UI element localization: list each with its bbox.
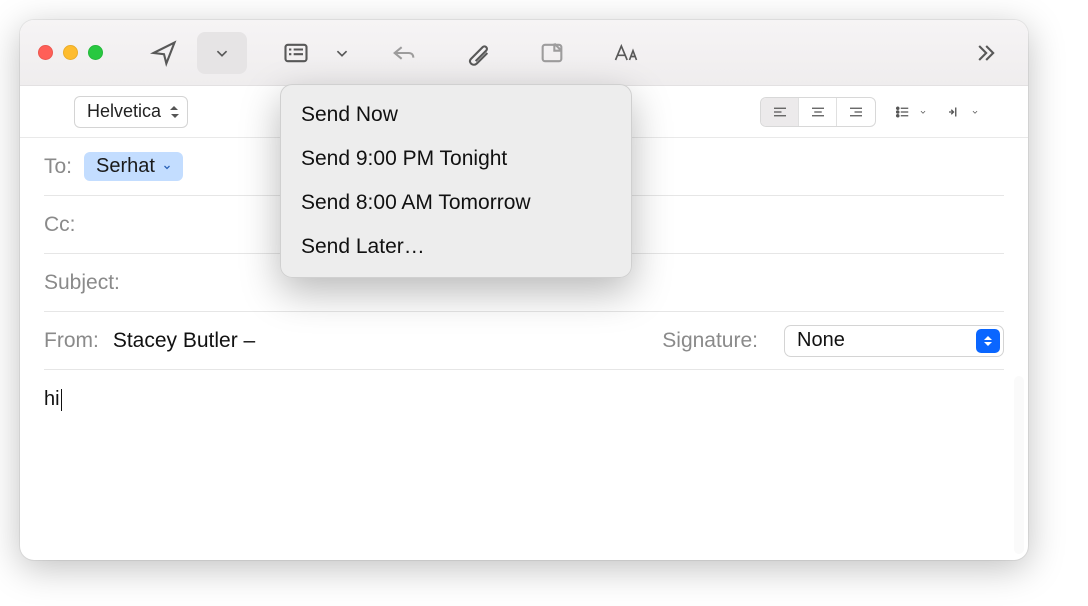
indent-icon xyxy=(946,103,964,121)
align-left-button[interactable] xyxy=(761,98,799,126)
from-value[interactable]: Stacey Butler – xyxy=(113,329,255,353)
align-center-icon xyxy=(809,103,827,121)
send-options-dropdown-button[interactable] xyxy=(197,32,247,74)
close-window-button[interactable] xyxy=(38,45,53,60)
chevron-down-icon xyxy=(331,42,353,64)
cc-label: Cc: xyxy=(44,213,76,237)
markup-icon xyxy=(538,39,566,67)
font-family-select[interactable]: Helvetica xyxy=(74,96,188,128)
chevron-down-icon xyxy=(918,107,928,117)
message-body[interactable]: hi xyxy=(20,370,1028,560)
format-button[interactable] xyxy=(601,32,651,74)
text-align-group xyxy=(760,97,876,127)
align-right-icon xyxy=(847,103,865,121)
body-text: hi xyxy=(44,388,60,410)
menu-item-send-tomorrow[interactable]: Send 8:00 AM Tomorrow xyxy=(281,181,631,225)
paperclip-icon xyxy=(464,39,492,67)
signature-label: Signature: xyxy=(662,329,758,353)
header-fields-button[interactable] xyxy=(271,32,321,74)
compose-window: Helvetica To: Serhat xyxy=(20,20,1028,560)
signature-select[interactable]: None xyxy=(784,325,1004,357)
align-right-button[interactable] xyxy=(837,98,875,126)
subject-label: Subject: xyxy=(44,271,120,295)
menu-item-send-later[interactable]: Send Later… xyxy=(281,225,631,269)
recipient-name: Serhat xyxy=(96,155,155,178)
font-family-value: Helvetica xyxy=(87,101,161,122)
font-aa-icon xyxy=(612,39,640,67)
reply-arrow-icon xyxy=(390,39,418,67)
text-cursor xyxy=(61,389,62,411)
from-label: From: xyxy=(44,329,99,353)
signature-value: None xyxy=(797,329,845,352)
attach-button[interactable] xyxy=(453,32,503,74)
menu-item-send-tonight[interactable]: Send 9:00 PM Tonight xyxy=(281,137,631,181)
header-fields-dropdown[interactable] xyxy=(329,32,355,74)
list-card-icon xyxy=(282,39,310,67)
markup-button[interactable] xyxy=(527,32,577,74)
minimize-window-button[interactable] xyxy=(63,45,78,60)
align-left-icon xyxy=(771,103,789,121)
chevrons-right-icon xyxy=(971,39,999,67)
paper-plane-icon xyxy=(150,39,178,67)
to-label: To: xyxy=(44,155,72,179)
chevron-down-icon xyxy=(211,42,233,64)
toolbar xyxy=(20,20,1028,86)
indent-dropdown[interactable] xyxy=(946,103,980,121)
toolbar-overflow-button[interactable] xyxy=(960,32,1010,74)
list-style-dropdown[interactable] xyxy=(894,103,928,121)
zoom-window-button[interactable] xyxy=(88,45,103,60)
recipient-chip[interactable]: Serhat xyxy=(84,152,183,181)
stepper-icon xyxy=(976,329,1000,353)
chevron-down-icon xyxy=(970,107,980,117)
body-scrollbar[interactable] xyxy=(1014,376,1024,554)
menu-item-send-now[interactable]: Send Now xyxy=(281,93,631,137)
align-center-button[interactable] xyxy=(799,98,837,126)
chevron-down-icon xyxy=(161,161,173,173)
send-button[interactable] xyxy=(139,32,189,74)
window-controls xyxy=(38,45,103,60)
send-options-menu: Send Now Send 9:00 PM Tonight Send 8:00 … xyxy=(280,84,632,278)
from-field-row: From: Stacey Butler – Signature: None xyxy=(44,312,1004,370)
bullet-list-icon xyxy=(894,103,912,121)
reply-button[interactable] xyxy=(379,32,429,74)
